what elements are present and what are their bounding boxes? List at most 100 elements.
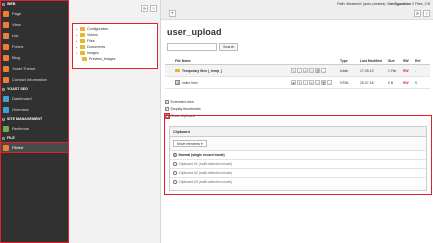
module-contact-information[interactable]: Contact Information (0, 74, 69, 85)
tree-node-preview-images[interactable]: Preview_images (76, 56, 154, 62)
filelist-icon (3, 144, 9, 151)
edit-button[interactable]: ✎ (291, 68, 296, 73)
column-modified[interactable]: Last Modified (360, 59, 388, 63)
module-forms[interactable]: Forms (0, 41, 69, 52)
row-controls: ✎ i ⧉ ✂ 🗑 ⋯ (291, 68, 340, 73)
display-thumbnails-checkbox[interactable]: ✓ (165, 107, 169, 111)
info-button[interactable]: i (297, 68, 302, 73)
module-blog[interactable]: Blog (0, 52, 69, 63)
row-ref: 0 (415, 80, 417, 85)
module-list[interactable]: List (0, 30, 69, 41)
row-name[interactable]: Temporary files (_temp_) (182, 69, 222, 73)
edit-button[interactable]: ✎ (297, 80, 302, 85)
option-label: Extended view (170, 100, 194, 104)
help-button[interactable]: ? (423, 10, 430, 17)
module-label: Filelist (12, 145, 24, 150)
clipboard-pad-2[interactable]: Clipboard #2 (multi-selection mode) (170, 168, 426, 177)
upload-button[interactable]: ⤒ (169, 10, 176, 17)
group-header-site-management[interactable]: SITE MANAGEMENT (0, 115, 69, 123)
move-elements-dropdown[interactable]: Move elements ▾ (173, 140, 207, 147)
clipboard-heading: Clipboard (170, 127, 426, 137)
delete-button[interactable]: 🗑 (315, 68, 320, 73)
tree-refresh-button[interactable]: ⟳ (141, 4, 148, 12)
module-label: Dashboard (12, 96, 32, 101)
row-name-cell: Temporary files (_temp_) (165, 69, 291, 73)
option-label: Display thumbnails (170, 107, 201, 111)
clipboard-toolbar: Move elements ▾ (170, 137, 426, 150)
module-yoast-theme[interactable]: Yoast Theme (0, 63, 69, 74)
tree-node-label: Files (87, 39, 95, 43)
clipboard-pad-normal[interactable]: Normal (single record mode) (170, 150, 426, 159)
extended-view-option[interactable]: ✓ Extended view (165, 100, 194, 104)
blog-icon (3, 54, 9, 61)
group-header-yoast-seo[interactable]: YOAST SEO (0, 85, 69, 93)
docheader-right-buttons: ⟳ ? (414, 10, 430, 17)
radio-icon[interactable] (173, 162, 177, 166)
search-input[interactable] (167, 43, 217, 51)
toggle-icon (2, 87, 5, 91)
copy-button[interactable]: ⧉ (309, 80, 314, 85)
group-header-file[interactable]: FILE (0, 134, 69, 142)
row-modified: 25-07-18 (360, 80, 374, 85)
more-button[interactable]: ⋯ (321, 68, 326, 73)
module-label: Redirects (12, 126, 29, 131)
theme-icon (3, 65, 9, 72)
copy-button[interactable]: ⧉ (303, 68, 308, 73)
cut-button[interactable]: ✂ (309, 68, 314, 73)
extended-view-checkbox[interactable]: ✓ (165, 100, 169, 104)
redirects-icon (3, 125, 9, 132)
toggle-icon (2, 117, 5, 121)
refresh-button[interactable]: ⟳ (414, 10, 421, 17)
pad-label: Clipboard #3 (multi-selection mode) (178, 180, 233, 184)
path-breadcrumb: Path: fileadmin/ (auto-created): Configu… (337, 2, 430, 6)
help-icon: ? (152, 5, 155, 11)
row-controls: ◉ ✎ i ⧉ ✂ 🗑 ⋯ (291, 80, 340, 85)
module-redirects[interactable]: Redirects (0, 123, 69, 134)
module-label: Page (12, 11, 22, 16)
row-type: folder (340, 68, 349, 73)
row-ref: - (415, 68, 417, 73)
info-button[interactable]: i (303, 80, 308, 85)
page-icon (3, 10, 9, 17)
more-button[interactable]: ⋯ (327, 80, 332, 85)
folder-icon (80, 51, 85, 55)
delete-button[interactable]: 🗑 (321, 80, 326, 85)
clipboard-pad-1[interactable]: Clipboard #1 (multi-selection mode) (170, 159, 426, 168)
module-overview[interactable]: Overview (0, 104, 69, 115)
radio-icon[interactable] (173, 171, 177, 175)
module-label: Contact Information (12, 77, 47, 82)
row-size: 1 File (388, 68, 397, 73)
module-page[interactable]: Page (0, 8, 69, 19)
group-header-web[interactable]: WEB (0, 0, 69, 8)
folder-icon (80, 27, 85, 31)
caret-icon: ▾ (76, 51, 78, 55)
table-header: File Name Type Last Modified Size RW Ref (165, 57, 430, 65)
row-name[interactable]: index.html (182, 81, 197, 85)
table-row[interactable]: Temporary files (_temp_) ✎ i ⧉ ✂ 🗑 ⋯ folder 1… (165, 65, 430, 77)
tree-node-label: Configuration (87, 27, 109, 31)
module-dashboard[interactable]: Dashboard (0, 93, 69, 104)
pad-label: Normal (single record mode) (178, 153, 225, 157)
radio-icon[interactable] (173, 180, 177, 184)
refresh-icon: ⟳ (415, 11, 420, 16)
tree-help-button[interactable]: ? (150, 4, 157, 12)
clipboard-pad-3[interactable]: Clipboard #3 (multi-selection mode) (170, 177, 426, 186)
view-button[interactable]: ◉ (291, 80, 296, 85)
group-label: SITE MANAGEMENT (7, 117, 43, 121)
column-size[interactable]: Size (388, 59, 403, 63)
column-name[interactable]: File Name (165, 59, 291, 63)
tree-toolbar: ⟳ ? (69, 0, 160, 16)
list-icon (3, 32, 9, 39)
module-filelist[interactable]: Filelist (0, 142, 69, 153)
search-button[interactable]: Search (219, 43, 239, 51)
path-label: Path: (337, 2, 346, 6)
cut-button[interactable]: ✂ (315, 80, 320, 85)
radio-icon[interactable] (173, 153, 177, 157)
dropdown-label: Move elements (177, 141, 200, 146)
folder-icon (175, 68, 180, 73)
table-row[interactable]: index.html ◉ ✎ i ⧉ ✂ 🗑 ⋯ HTML 25-07-18 0 B RW … (165, 77, 430, 89)
module-view[interactable]: View (0, 19, 69, 30)
overview-icon (3, 106, 9, 113)
display-thumbnails-option[interactable]: ✓ Display thumbnails (165, 107, 201, 111)
column-type[interactable]: Type (340, 59, 360, 63)
